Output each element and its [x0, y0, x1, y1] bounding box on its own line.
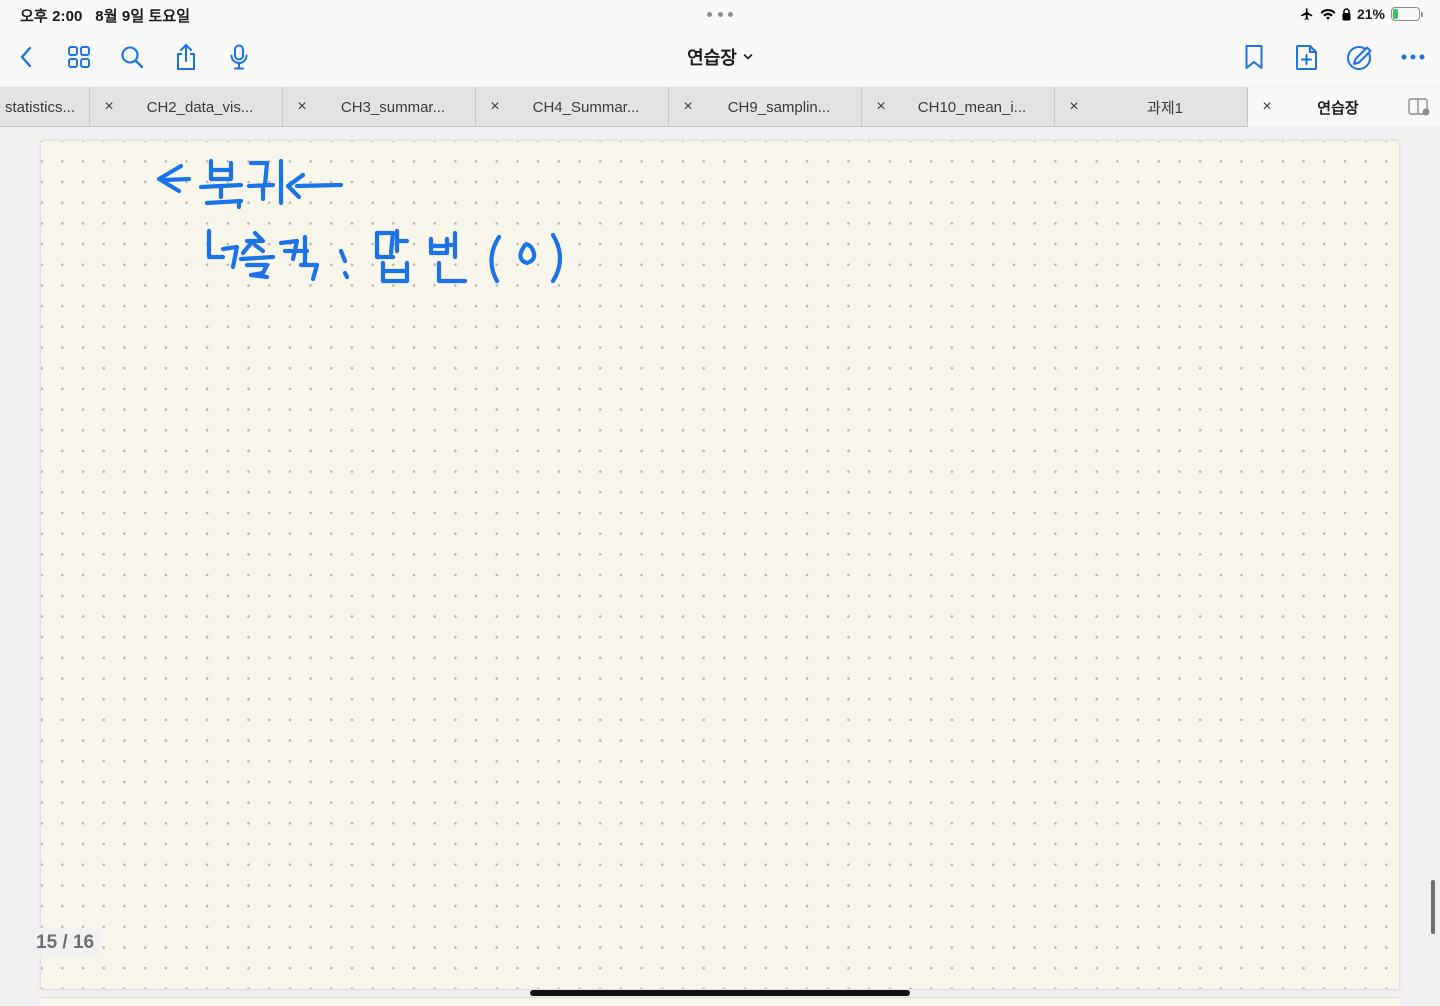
- wifi-icon: [1320, 8, 1336, 20]
- top-toolbar: 연습장: [0, 28, 1440, 86]
- page-indicator: 15 / 16: [30, 928, 101, 958]
- battery-icon: [1391, 7, 1423, 21]
- close-icon[interactable]: ×: [293, 98, 311, 116]
- tab-statistics[interactable]: statistics...: [0, 87, 90, 127]
- search-icon[interactable]: [117, 42, 147, 72]
- document-title[interactable]: 연습장: [620, 43, 820, 71]
- tab-label: 과제1: [1147, 99, 1183, 117]
- status-time: 오후 2:00 8월 9일 토요일: [20, 8, 191, 25]
- tab-ch9[interactable]: × CH9_samplin...: [669, 87, 862, 127]
- tab-bar: statistics... × CH2_data_vis... × CH3_su…: [0, 87, 1440, 127]
- pencil-circle-icon[interactable]: [1345, 42, 1375, 72]
- handwriting-line-1: [156, 158, 344, 210]
- scrollbar-thumb[interactable]: [1431, 880, 1435, 934]
- tab-label: CH9_samplin...: [727, 98, 831, 116]
- chevron-down-icon: [743, 54, 753, 60]
- tab-label: CH2_data_vis...: [146, 98, 254, 116]
- tab-ch2[interactable]: × CH2_data_vis...: [90, 87, 283, 127]
- tab-label: CH3_summar...: [340, 98, 446, 116]
- tab-scratchpad[interactable]: × 연습장: [1248, 87, 1440, 127]
- handwriting-line-2: [206, 228, 563, 284]
- close-icon[interactable]: ×: [486, 98, 504, 116]
- more-icon[interactable]: [1398, 42, 1428, 72]
- close-icon[interactable]: ×: [1065, 98, 1083, 116]
- share-icon[interactable]: [171, 42, 201, 72]
- tab-assignment1[interactable]: × 과제1: [1055, 87, 1248, 127]
- grid-icon[interactable]: [64, 42, 94, 72]
- battery-percent: 21%: [1356, 6, 1385, 22]
- home-indicator[interactable]: [530, 990, 910, 996]
- close-icon[interactable]: ×: [679, 98, 697, 116]
- split-view-icon[interactable]: [1408, 98, 1430, 116]
- tab-label: statistics...: [4, 98, 75, 116]
- close-icon[interactable]: ×: [872, 98, 890, 116]
- tab-ch4[interactable]: × CH4_Summar...: [476, 87, 669, 127]
- back-chevron-icon[interactable]: [11, 42, 41, 72]
- status-bar: 오후 2:00 8월 9일 토요일 21%: [0, 0, 1440, 28]
- close-icon[interactable]: ×: [100, 98, 118, 116]
- lock-rotation-icon: [1342, 7, 1351, 20]
- microphone-icon[interactable]: [224, 42, 254, 72]
- tab-label: CH4_Summar...: [532, 98, 640, 116]
- multitasking-dots-icon[interactable]: [707, 12, 733, 17]
- tab-ch3[interactable]: × CH3_summar...: [283, 87, 476, 127]
- battery-level: [1393, 9, 1399, 19]
- document-title-label: 연습장: [687, 48, 737, 68]
- bookmark-icon[interactable]: [1239, 42, 1269, 72]
- status-indicators: 21%: [1300, 4, 1423, 24]
- add-page-icon[interactable]: [1292, 42, 1322, 72]
- handwriting-ink: [156, 158, 563, 284]
- note-page[interactable]: 15 / 16: [30, 141, 1399, 989]
- close-icon[interactable]: ×: [1258, 98, 1276, 116]
- airplane-icon: [1301, 8, 1313, 20]
- tab-label: CH10_mean_i...: [917, 98, 1027, 116]
- next-page-edge: [41, 997, 1399, 1006]
- tab-ch10[interactable]: × CH10_mean_i...: [862, 87, 1055, 127]
